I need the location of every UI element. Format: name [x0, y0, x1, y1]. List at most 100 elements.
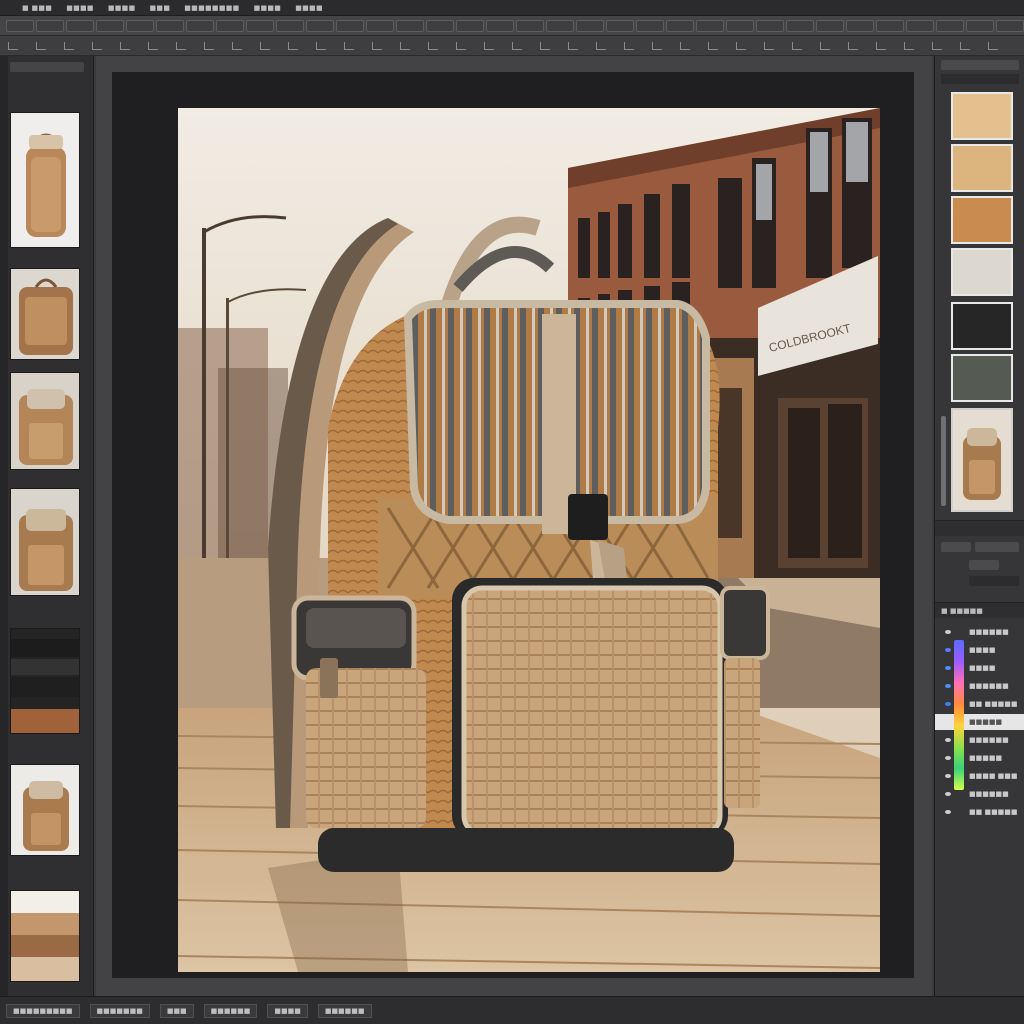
swatch-1[interactable] — [951, 92, 1013, 140]
option-marker[interactable] — [64, 41, 74, 50]
status-cell[interactable]: ■■■■■■ — [203, 1003, 258, 1018]
toolbar-button[interactable] — [756, 19, 784, 32]
menu-item-layer[interactable]: ■■■ — [150, 4, 171, 12]
toolbar-button[interactable] — [576, 19, 604, 32]
option-marker[interactable] — [204, 41, 214, 50]
option-marker[interactable] — [652, 41, 662, 50]
eye-icon[interactable] — [945, 774, 951, 778]
option-marker[interactable] — [624, 41, 634, 50]
toolbar-button[interactable] — [636, 19, 664, 32]
menu-item-image[interactable]: ■■■■ — [108, 4, 136, 12]
swatch-3[interactable] — [951, 196, 1013, 244]
toolbar-button[interactable] — [36, 19, 64, 32]
eye-icon[interactable] — [945, 666, 951, 670]
option-marker[interactable] — [316, 41, 326, 50]
layer-row[interactable]: ■■■■■■ — [935, 786, 1024, 802]
layer-row[interactable]: ■■■■■■ — [935, 624, 1024, 640]
swatch-4[interactable] — [951, 248, 1013, 296]
option-marker[interactable] — [708, 41, 718, 50]
status-cell[interactable]: ■■■ — [159, 1003, 194, 1018]
toolbar-button[interactable] — [396, 19, 424, 32]
option-marker[interactable] — [344, 41, 354, 50]
toolbar-button[interactable] — [516, 19, 544, 32]
eye-icon[interactable] — [945, 648, 951, 652]
toolbar-button[interactable] — [606, 19, 634, 32]
option-marker[interactable] — [232, 41, 242, 50]
eye-icon[interactable] — [945, 684, 951, 688]
option-marker[interactable] — [484, 41, 494, 50]
thumbnail-backpack-5[interactable] — [10, 764, 80, 856]
toolbar-button[interactable] — [486, 19, 514, 32]
option-marker[interactable] — [428, 41, 438, 50]
toolbar-button[interactable] — [726, 19, 754, 32]
eye-icon[interactable] — [945, 702, 951, 706]
swatch-5[interactable] — [951, 302, 1013, 350]
option-marker[interactable] — [400, 41, 410, 50]
layer-row[interactable]: ■■■■■ — [935, 750, 1024, 766]
layer-row[interactable]: ■■ ■■■■■ — [935, 696, 1024, 712]
color-spectrum[interactable] — [954, 640, 964, 790]
toolbar-button[interactable] — [786, 19, 814, 32]
status-cell[interactable]: ■■■■■■ — [317, 1003, 372, 1018]
menu-item-select[interactable]: ■■■■■■■■ — [184, 4, 239, 12]
property-field[interactable] — [975, 542, 1019, 552]
toolbar-button[interactable] — [846, 19, 874, 32]
option-marker[interactable] — [148, 41, 158, 50]
property-field[interactable] — [969, 576, 1019, 586]
toolbar-button[interactable] — [876, 19, 904, 32]
toolbar-button[interactable] — [186, 19, 214, 32]
property-field[interactable] — [969, 560, 999, 570]
toolbar-button[interactable] — [6, 19, 34, 32]
toolbar-button[interactable] — [426, 19, 454, 32]
option-marker[interactable] — [792, 41, 802, 50]
toolbar-button[interactable] — [96, 19, 124, 32]
status-cell[interactable]: ■■■■■■■ — [89, 1003, 150, 1018]
option-marker[interactable] — [680, 41, 690, 50]
thumbnail-backpack-4[interactable] — [10, 488, 80, 596]
layer-row[interactable]: ■■■■ — [935, 660, 1024, 676]
status-cell[interactable]: ■■■■■■■■■ — [6, 1003, 80, 1018]
eye-icon[interactable] — [945, 756, 951, 760]
thumbnail-backpack-2[interactable] — [10, 268, 80, 360]
swatch-2[interactable] — [951, 144, 1013, 192]
toolbar-button[interactable] — [156, 19, 184, 32]
option-marker[interactable] — [260, 41, 270, 50]
option-marker[interactable] — [568, 41, 578, 50]
toolbar-button[interactable] — [246, 19, 274, 32]
option-marker[interactable] — [904, 41, 914, 50]
option-marker[interactable] — [512, 41, 522, 50]
toolbar-button[interactable] — [906, 19, 934, 32]
eye-icon[interactable] — [945, 720, 951, 724]
menu-item-edit[interactable]: ■■■■ — [66, 4, 94, 12]
eye-icon[interactable] — [945, 792, 951, 796]
layer-row[interactable]: ■■■■ ■■■ — [935, 768, 1024, 784]
thumbnail-backpack-1[interactable] — [10, 112, 80, 248]
toolbar-button[interactable] — [126, 19, 154, 32]
layer-row-selected[interactable]: ■■■■■ — [935, 714, 1024, 730]
toolbar-button[interactable] — [546, 19, 574, 32]
option-marker[interactable] — [36, 41, 46, 50]
layer-row[interactable]: ■■ ■■■■■ — [935, 804, 1024, 820]
toolbar-button[interactable] — [696, 19, 724, 32]
backpack-artwork[interactable]: COLDBROOKT — [178, 108, 880, 972]
option-marker[interactable] — [988, 41, 998, 50]
option-marker[interactable] — [876, 41, 886, 50]
thumbnail-color-blocks[interactable] — [10, 890, 80, 982]
eye-icon[interactable] — [945, 630, 951, 634]
option-marker[interactable] — [456, 41, 466, 50]
layer-row[interactable]: ■■■■ — [935, 642, 1024, 658]
toolbar-button[interactable] — [366, 19, 394, 32]
option-marker[interactable] — [8, 41, 18, 50]
option-marker[interactable] — [932, 41, 942, 50]
layer-row[interactable]: ■■■■■■ — [935, 678, 1024, 694]
option-marker[interactable] — [820, 41, 830, 50]
toolbar-button[interactable] — [966, 19, 994, 32]
toolbar-button[interactable] — [276, 19, 304, 32]
thumbnail-fabric[interactable] — [10, 628, 80, 734]
property-field[interactable] — [941, 542, 971, 552]
option-marker[interactable] — [736, 41, 746, 50]
toolbar-button[interactable] — [996, 19, 1024, 32]
option-marker[interactable] — [960, 41, 970, 50]
option-marker[interactable] — [540, 41, 550, 50]
option-marker[interactable] — [288, 41, 298, 50]
